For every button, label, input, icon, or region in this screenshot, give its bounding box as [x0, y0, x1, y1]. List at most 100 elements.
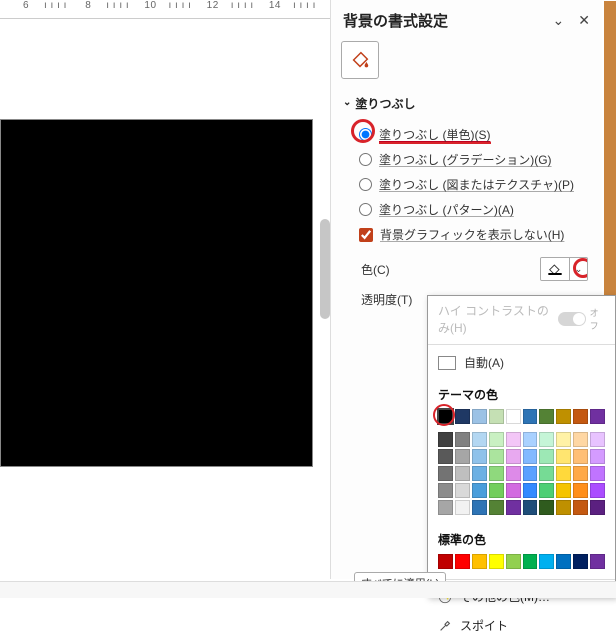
color-swatch[interactable] — [556, 554, 571, 569]
paint-bucket-icon — [349, 49, 371, 71]
color-swatch[interactable] — [472, 466, 487, 481]
color-swatch[interactable] — [523, 554, 538, 569]
color-swatch[interactable] — [489, 432, 504, 447]
color-swatch[interactable] — [590, 449, 605, 464]
color-swatch[interactable] — [556, 409, 571, 424]
color-swatch[interactable] — [573, 500, 588, 515]
close-icon[interactable]: ✕ — [578, 12, 590, 29]
color-swatch[interactable] — [489, 554, 504, 569]
color-swatch[interactable] — [590, 409, 605, 424]
color-swatch[interactable] — [472, 432, 487, 447]
color-swatch[interactable] — [590, 500, 605, 515]
color-swatch[interactable] — [573, 466, 588, 481]
color-swatch[interactable] — [523, 500, 538, 515]
color-swatch[interactable] — [489, 466, 504, 481]
color-swatch[interactable] — [506, 500, 521, 515]
color-swatch[interactable] — [539, 483, 554, 498]
fill-tab[interactable] — [341, 41, 379, 79]
high-contrast-row[interactable]: ハイ コントラストのみ(H) オフ — [428, 296, 615, 342]
scrollbar[interactable] — [320, 219, 330, 319]
color-swatch[interactable] — [506, 554, 521, 569]
automatic-label: 自動(A) — [464, 354, 504, 371]
color-dropdown-arrow[interactable]: ⌄ — [569, 258, 587, 280]
color-swatch[interactable] — [539, 432, 554, 447]
color-swatch[interactable] — [438, 466, 453, 481]
automatic-color-row[interactable]: 自動(A) — [428, 347, 615, 378]
color-swatch[interactable] — [590, 466, 605, 481]
color-swatch[interactable] — [472, 409, 487, 424]
color-swatch[interactable] — [472, 500, 487, 515]
checkbox-input[interactable] — [359, 228, 373, 242]
color-swatch[interactable] — [438, 432, 453, 447]
color-swatch[interactable] — [573, 409, 588, 424]
color-swatch[interactable] — [472, 483, 487, 498]
color-swatch[interactable] — [455, 500, 470, 515]
radio-input[interactable] — [359, 128, 372, 141]
color-swatch[interactable] — [455, 554, 470, 569]
color-swatch[interactable] — [455, 466, 470, 481]
color-swatch[interactable] — [539, 466, 554, 481]
color-swatch[interactable] — [489, 483, 504, 498]
color-swatch[interactable] — [489, 409, 504, 424]
color-swatch[interactable] — [539, 500, 554, 515]
hide-background-graphics-checkbox[interactable]: 背景グラフィックを表示しない(H) — [359, 222, 592, 247]
color-swatch[interactable] — [556, 483, 571, 498]
color-swatch[interactable] — [523, 483, 538, 498]
color-swatch[interactable] — [556, 500, 571, 515]
toggle-switch[interactable] — [558, 312, 585, 326]
color-swatch[interactable] — [506, 409, 521, 424]
eyedropper-action[interactable]: スポイト — [428, 611, 615, 640]
color-swatch[interactable] — [506, 466, 521, 481]
color-swatch[interactable] — [523, 409, 538, 424]
color-swatch[interactable] — [539, 554, 554, 569]
color-swatch[interactable] — [438, 409, 453, 424]
color-swatch[interactable] — [506, 483, 521, 498]
color-swatch[interactable] — [590, 554, 605, 569]
color-picker-button[interactable]: ⌄ — [540, 257, 588, 281]
color-swatch[interactable] — [523, 466, 538, 481]
color-swatch[interactable] — [438, 554, 453, 569]
fill-gradient-radio[interactable]: 塗りつぶし (グラデーション)(G) — [359, 147, 592, 172]
radio-input[interactable] — [359, 178, 372, 191]
color-swatch[interactable] — [523, 432, 538, 447]
chevron-down-icon[interactable]: ⌄ — [553, 12, 565, 29]
color-swatch[interactable] — [539, 449, 554, 464]
color-swatch[interactable] — [455, 449, 470, 464]
color-swatch[interactable] — [438, 500, 453, 515]
color-swatch[interactable] — [455, 409, 470, 424]
color-swatch[interactable] — [556, 432, 571, 447]
transparency-label: 透明度(T) — [361, 291, 412, 308]
fill-section-header[interactable]: ⌄ 塗りつぶし — [331, 91, 602, 116]
color-swatch[interactable] — [556, 449, 571, 464]
color-swatch[interactable] — [438, 483, 453, 498]
color-swatch[interactable] — [556, 466, 571, 481]
color-swatch[interactable] — [472, 449, 487, 464]
panel-title: 背景の書式設定 — [343, 10, 448, 31]
color-swatch[interactable] — [573, 483, 588, 498]
radio-input[interactable] — [359, 203, 372, 216]
color-swatch[interactable] — [506, 432, 521, 447]
color-swatch[interactable] — [472, 554, 487, 569]
automatic-swatch — [438, 356, 456, 370]
color-swatch[interactable] — [489, 500, 504, 515]
toggle-text: オフ — [590, 306, 605, 332]
fill-pattern-radio[interactable]: 塗りつぶし (パターン)(A) — [359, 197, 592, 222]
color-swatch[interactable] — [573, 449, 588, 464]
color-swatch[interactable] — [489, 449, 504, 464]
color-swatch[interactable] — [438, 449, 453, 464]
fill-solid-radio[interactable]: 塗りつぶし (単色)(S) — [359, 122, 592, 147]
fill-picture-texture-radio[interactable]: 塗りつぶし (図またはテクスチャ)(P) — [359, 172, 592, 197]
color-swatch[interactable] — [573, 554, 588, 569]
color-swatch[interactable] — [539, 409, 554, 424]
theme-colors-heading: テーマの色 — [428, 378, 615, 407]
color-swatch[interactable] — [573, 432, 588, 447]
color-swatch[interactable] — [590, 432, 605, 447]
color-swatch[interactable] — [455, 483, 470, 498]
color-swatch[interactable] — [455, 432, 470, 447]
color-swatch[interactable] — [590, 483, 605, 498]
slide-preview[interactable] — [0, 119, 313, 467]
color-swatch[interactable] — [506, 449, 521, 464]
color-swatch[interactable] — [523, 449, 538, 464]
radio-input[interactable] — [359, 153, 372, 166]
theme-color-grid — [428, 407, 615, 523]
